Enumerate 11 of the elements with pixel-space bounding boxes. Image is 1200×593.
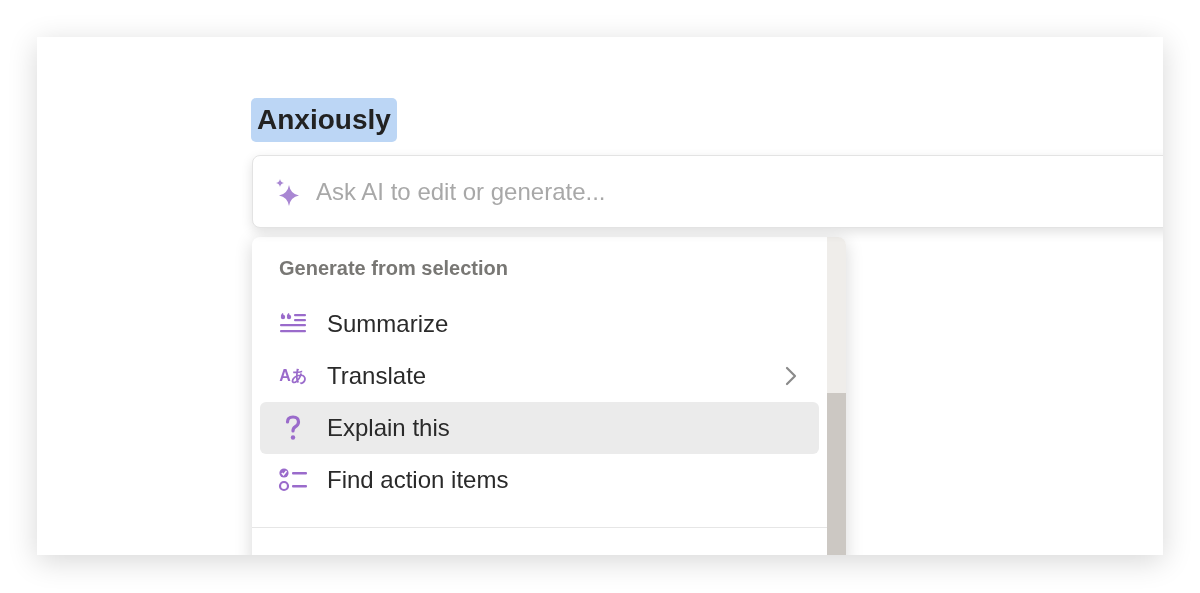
- menu-item[interactable]: Find action items: [260, 454, 819, 506]
- menu-item[interactable]: Aあ Translate: [260, 350, 819, 402]
- ai-prompt-field[interactable]: Ask AI to edit or generate...: [252, 155, 1163, 228]
- menu-item[interactable]: Explain this: [260, 402, 819, 454]
- selected-text: Anxiously: [251, 98, 397, 142]
- translate-icon: Aあ: [279, 365, 307, 387]
- checklist-icon: [278, 467, 308, 493]
- question-mark-icon: [285, 415, 301, 441]
- section-heading: Generate from selection: [278, 257, 509, 281]
- scrollbar[interactable]: [827, 237, 846, 555]
- menu-item[interactable]: Summarize: [260, 298, 819, 350]
